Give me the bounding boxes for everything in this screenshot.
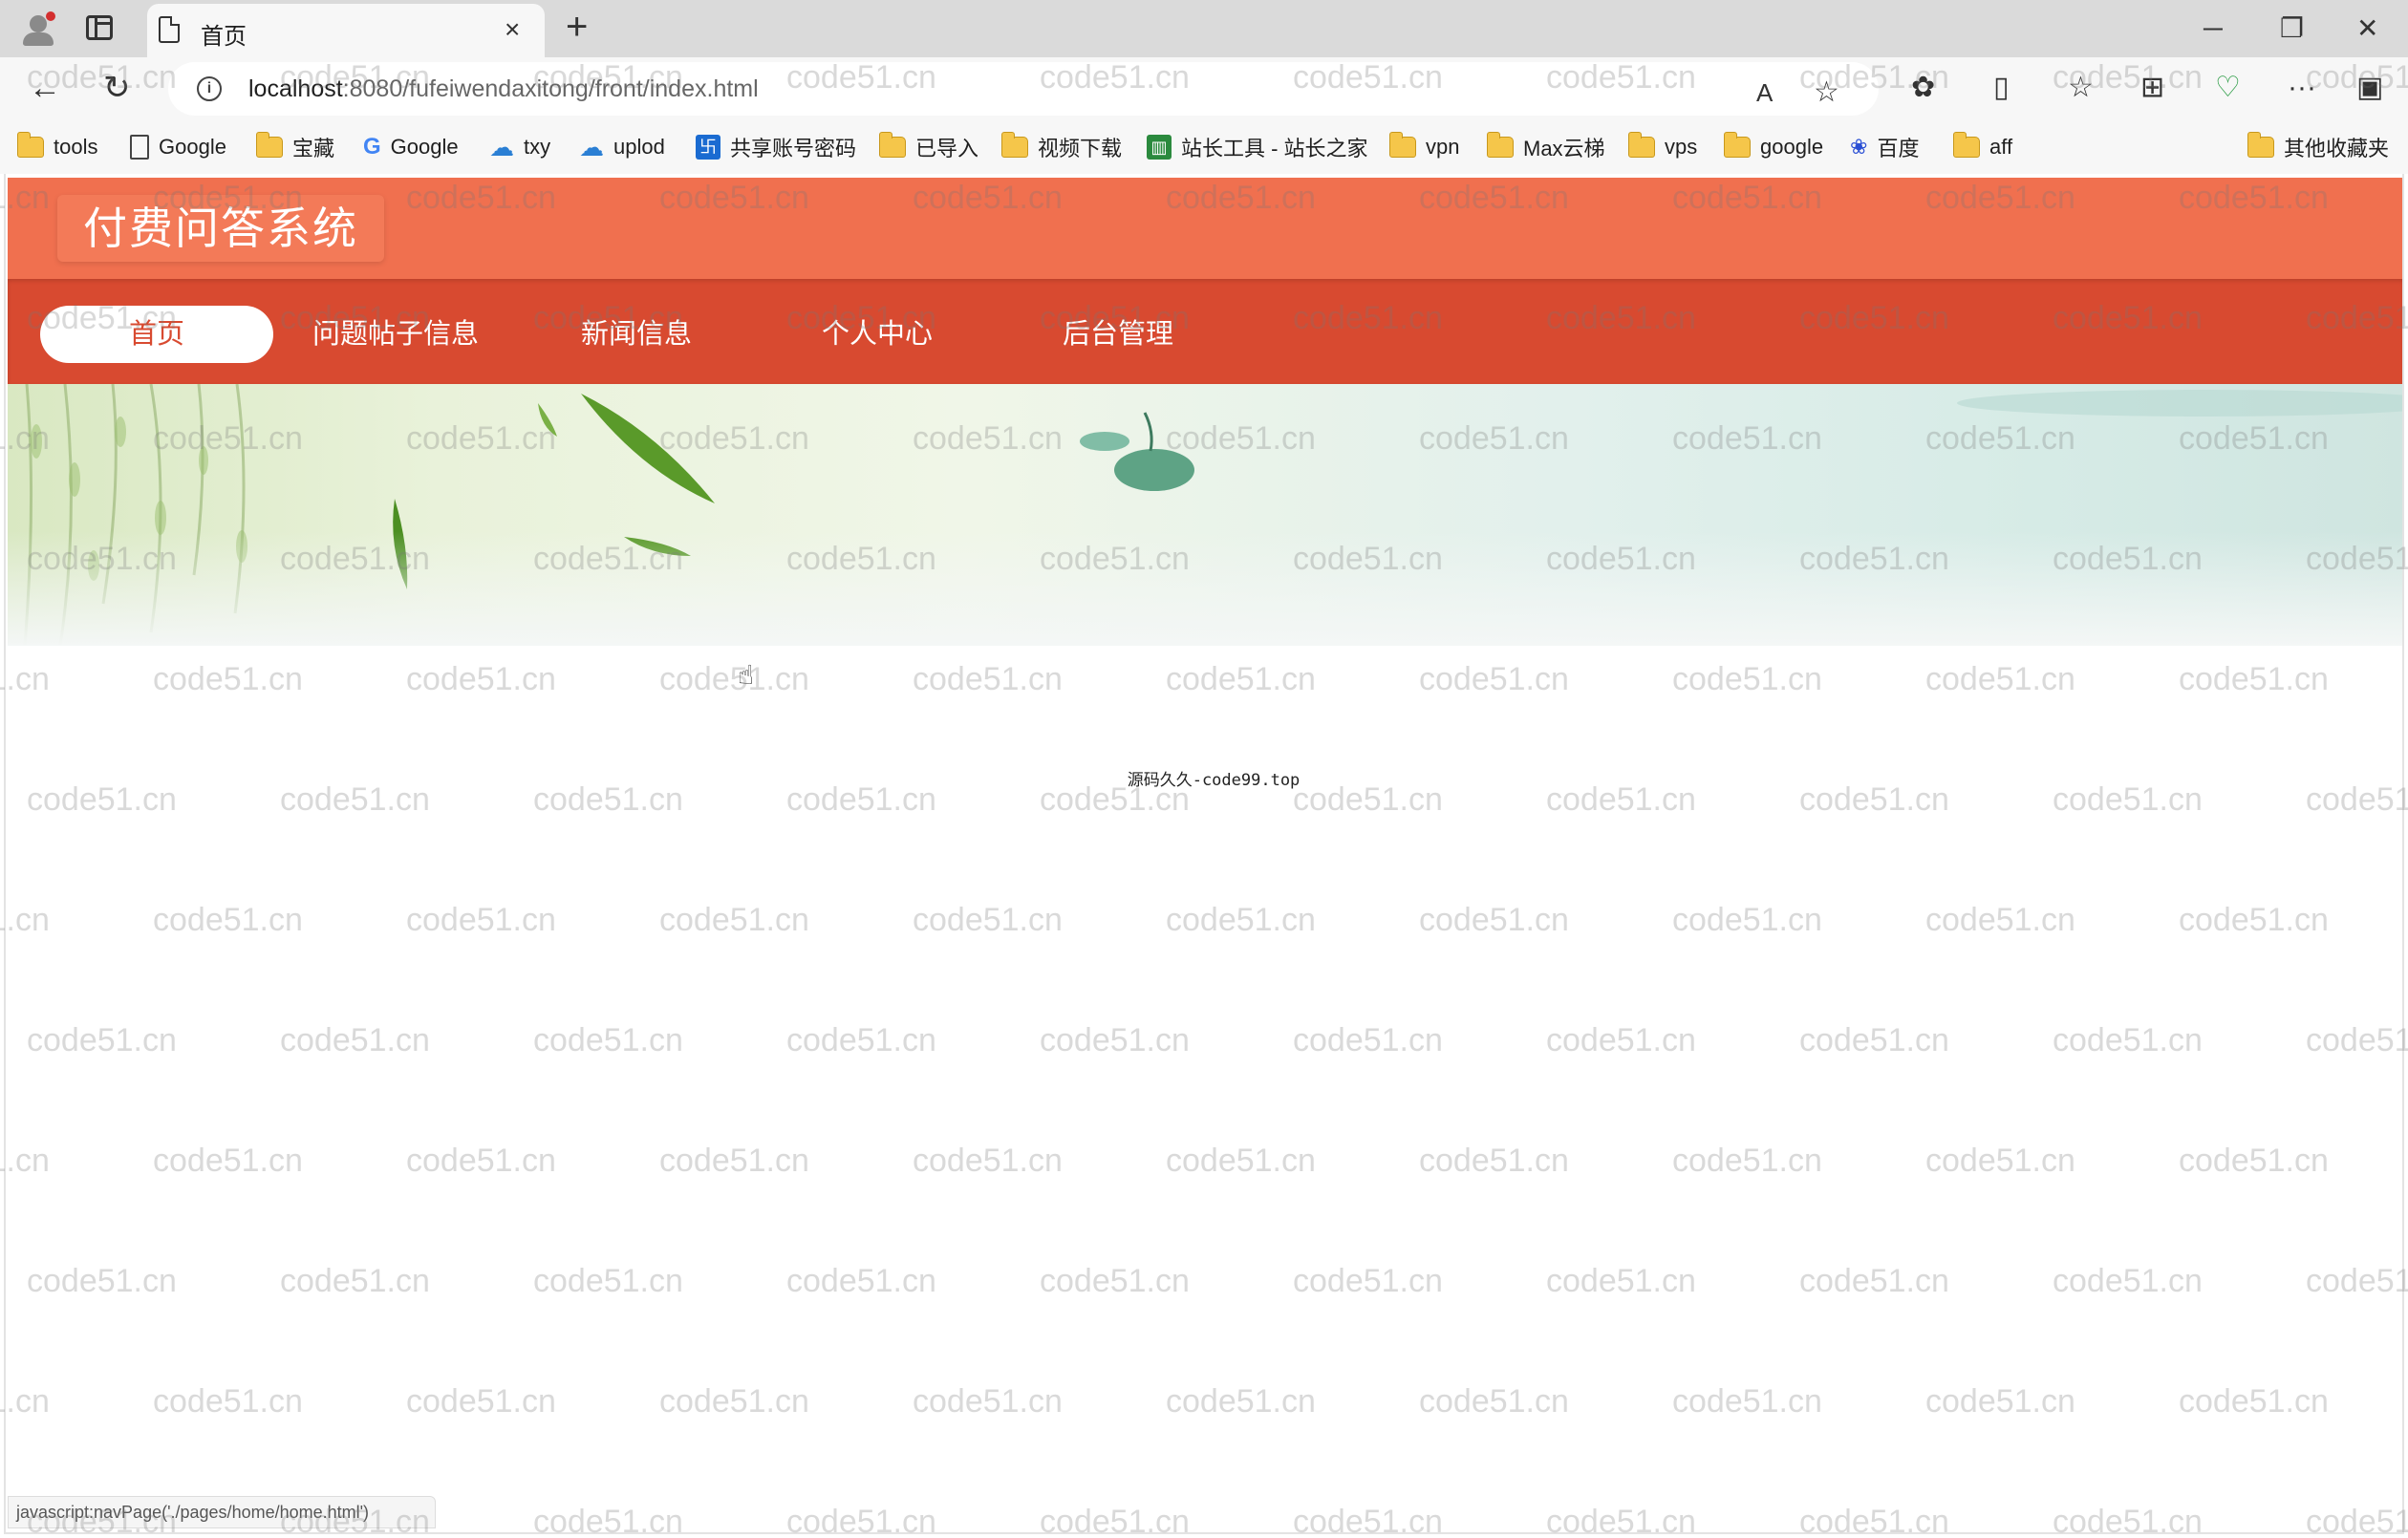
folder-icon (16, 132, 44, 158)
bookmark-chinaz[interactable]: ▥ 站长工具 - 站长之家 (1147, 130, 1368, 164)
extensions-icon[interactable]: ✿ (1911, 71, 1935, 105)
google-icon: G (363, 134, 381, 160)
site-header: 付费问答系统 (8, 178, 2404, 279)
nav-question-posts[interactable]: 问题帖子信息 (294, 306, 497, 363)
page-icon (159, 16, 180, 43)
cloud-icon: ☁ (579, 132, 604, 161)
favorites-icon[interactable]: ☆ (2068, 71, 2094, 105)
reload-button[interactable]: ↻ (103, 67, 131, 109)
back-button[interactable]: ← (29, 67, 61, 109)
sidebar-toggle-icon[interactable]: ▣ (2356, 71, 2383, 105)
site-title: 付费问答系统 (83, 203, 358, 253)
bookmark-google[interactable]: G Google (363, 130, 459, 164)
site-logo[interactable]: 付费问答系统 (57, 195, 384, 262)
nav-news[interactable]: 新闻信息 (543, 306, 730, 363)
bookmark-uplod[interactable]: ☁ uplod (579, 130, 665, 164)
restore-button[interactable]: ❐ (2280, 10, 2304, 48)
folder-icon (1486, 132, 1514, 158)
folder-icon (255, 132, 283, 158)
banner-image (8, 384, 2404, 646)
bookmark-vps[interactable]: vps (1627, 130, 1697, 164)
chart-icon: ▥ (1147, 135, 1172, 160)
nav-admin[interactable]: 后台管理 (1024, 306, 1212, 363)
minimize-button[interactable]: ─ (2204, 10, 2223, 48)
bookmark-max-yunti[interactable]: Max云梯 (1486, 130, 1605, 164)
close-tab-icon[interactable]: × (505, 13, 520, 46)
nav-personal-center[interactable]: 个人中心 (784, 306, 971, 363)
bookmark-baidu[interactable]: ❀ 百度 (1850, 130, 1919, 164)
site-info-icon[interactable]: i (197, 76, 222, 101)
bookmark-vpn[interactable]: vpn (1388, 130, 1459, 164)
bookmark-tools[interactable]: tools (16, 130, 97, 164)
bookmark-google-folder[interactable]: google (1723, 130, 1823, 164)
folder-icon (1388, 132, 1416, 158)
bookmark-imported[interactable]: 已导入 (878, 130, 978, 164)
bookmark-baozang[interactable]: 宝藏 (255, 130, 334, 164)
site-navbar: 首页 问题帖子信息 新闻信息 个人中心 后台管理 (8, 279, 2404, 384)
folder-icon (1723, 132, 1751, 158)
favorite-star-icon[interactable]: ☆ (1814, 75, 1839, 110)
share-icon: 卐 (696, 135, 720, 160)
page-viewport: 付费问答系统 首页 问题帖子信息 新闻信息 个人中心 后台管理 源码久久-cod… (0, 174, 2408, 1538)
close-window-button[interactable]: ✕ (2356, 10, 2378, 48)
address-bar[interactable]: i localhost:8080/fufeiwendaxitong/front/… (168, 62, 1879, 116)
other-bookmarks[interactable]: 其他收藏夹 (2247, 130, 2389, 164)
browser-essentials-icon[interactable]: ♡ (2215, 71, 2241, 105)
browser-tab-bar: 首页 × + ─ ❐ ✕ (0, 0, 2408, 57)
bookmarks-bar: tools Google 宝藏 G Google ☁ txy ☁ uplod 卐共享账… (0, 120, 2408, 174)
cloud-icon: ☁ (489, 132, 514, 161)
hand-cursor-icon: ☝ (738, 660, 755, 690)
bookmark-shared-accounts[interactable]: 卐共享账号密码 (696, 130, 856, 164)
center-text: 源码久久-code99.top (1127, 771, 1301, 790)
status-bar: javascript:navPage('./pages/home/home.ht… (8, 1496, 436, 1528)
folder-icon (1952, 132, 1980, 158)
folder-icon (2247, 132, 2274, 158)
nav-home[interactable]: 首页 (40, 306, 273, 363)
bookmark-video-download[interactable]: 视频下载 (1000, 130, 1122, 164)
folder-icon (878, 132, 906, 158)
url-text[interactable]: localhost:8080/fufeiwendaxitong/front/in… (248, 75, 759, 103)
page-icon (130, 135, 149, 160)
baidu-icon: ❀ (1850, 135, 1868, 159)
folder-icon (1627, 132, 1655, 158)
new-tab-button[interactable]: + (566, 8, 588, 46)
bookmark-aff[interactable]: aff (1952, 130, 2012, 164)
more-menu-icon[interactable]: ··· (2288, 71, 2316, 105)
split-screen-icon[interactable]: ▯ (1993, 71, 2010, 105)
bookmark-txy[interactable]: ☁ txy (489, 130, 550, 164)
tab-title: 首页 (201, 24, 247, 50)
read-aloud-icon[interactable]: A (1756, 75, 1773, 110)
bookmark-google-page[interactable]: Google (130, 130, 226, 164)
tab-actions-icon[interactable] (86, 15, 113, 40)
profile-icon[interactable] (17, 10, 59, 48)
collections-icon[interactable]: ⊞ (2140, 71, 2164, 105)
browser-toolbar: ← ↻ i localhost:8080/fufeiwendaxitong/fr… (0, 57, 2408, 120)
folder-icon (1000, 132, 1028, 158)
browser-tab-active[interactable]: 首页 × (147, 4, 545, 57)
